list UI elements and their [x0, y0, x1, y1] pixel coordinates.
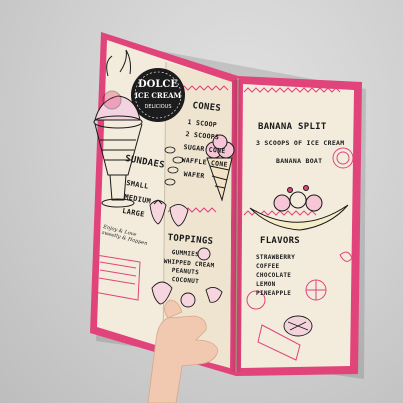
banana-split-item-2: BANANA BOAT [276, 157, 323, 165]
brand-line2: ICE CREAM [134, 91, 182, 100]
pineapple-sketch [283, 315, 313, 337]
flavors-item-3: CHOCOLATE [256, 272, 292, 279]
brochure-artwork [90, 32, 366, 403]
flavors-item-1: STRAWBERRY [256, 254, 296, 261]
flavors-item-5: PINEAPPLE [256, 290, 292, 297]
banana-split-item-1: 3 SCOOPS OF ICE CREAM [256, 139, 345, 147]
flavors-item-2: COFFEE [256, 263, 280, 270]
brand-line1: DOLCE [138, 79, 178, 90]
brand-tagline: DELICIOUS [144, 104, 172, 110]
flavors-item-4: LEMON [256, 281, 276, 288]
menu-photo-scene: DOLCE ICE CREAM DELICIOUS SUNDAES SMALL … [0, 0, 403, 403]
flavors-title: FLAVORS [260, 236, 301, 246]
banana-split-title: BANANA SPLIT [258, 122, 327, 132]
